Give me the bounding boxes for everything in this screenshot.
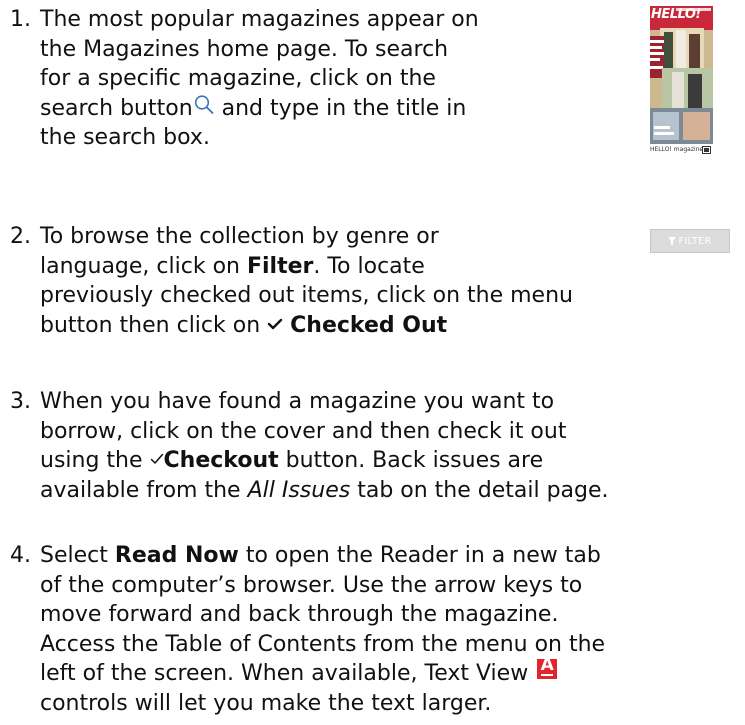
filter-funnel-icon xyxy=(668,237,677,245)
item-text-line: language, click on Filter. To locate xyxy=(40,252,425,282)
item-text-line: When you have found a magazine you want … xyxy=(40,389,555,414)
magazine-cover-image: HELLO! xyxy=(650,6,713,144)
item-text: to open the Reader in a new tab xyxy=(238,543,601,568)
item-number: 4. xyxy=(10,543,31,568)
text-view-icon-letter: A xyxy=(540,655,554,675)
item-text-line: previously checked out items, click on t… xyxy=(40,283,573,308)
item-text-line: The most popular magazines appear on xyxy=(40,7,479,32)
item-text-line: Access the Table of Contents from the me… xyxy=(40,631,606,657)
check-icon xyxy=(267,318,283,329)
item-text: Select xyxy=(40,543,115,568)
item-text-line: To browse the collection by genre or xyxy=(40,224,439,249)
magazine-cover-art xyxy=(650,6,713,144)
device-icon xyxy=(702,146,711,154)
item-text: using the xyxy=(40,448,150,473)
text-view-icon: A xyxy=(537,655,558,679)
item-number: 2. xyxy=(10,224,31,249)
item-text: available from the xyxy=(40,477,248,503)
filter-button[interactable]: FILTER xyxy=(650,229,730,253)
item-text: left of the screen. When available, Text… xyxy=(40,661,529,686)
item-text: language, click on xyxy=(40,253,247,279)
item-text-line: Select Read Now to open the Reader in a … xyxy=(40,541,601,571)
item-text-line: search button and type in the title in xyxy=(40,94,466,124)
item-number: 3. xyxy=(10,389,31,414)
item-text-line: the search box. xyxy=(40,125,210,150)
filter-label-bold: Filter xyxy=(246,253,314,279)
checkout-label-bold: Checkout xyxy=(163,448,279,473)
checked-out-label-bold: Checked Out xyxy=(290,312,448,338)
item-text: . To locate xyxy=(313,253,425,279)
item-text: button. Back issues are xyxy=(278,448,544,473)
item-text-line: of the computer’s browser. Use the arrow… xyxy=(40,572,583,598)
read-now-label-bold: Read Now xyxy=(114,543,239,568)
search-icon xyxy=(194,94,214,114)
item-text-line: controls will let you make the text larg… xyxy=(40,690,492,716)
item-text: and type in the title in xyxy=(214,95,467,121)
item-text-line: move forward and back through the magazi… xyxy=(40,602,559,627)
item-text: button then click on xyxy=(40,312,268,338)
item-text: tab on the detail page. xyxy=(350,477,609,503)
magazine-cover-thumbnail[interactable]: HELLO! HELLO! magazine xyxy=(650,6,713,156)
check-icon xyxy=(150,453,163,464)
item-number: 1. xyxy=(10,7,31,32)
item-text-line: borrow, click on the cover and then chec… xyxy=(40,418,567,444)
all-issues-label-italic: All Issues xyxy=(247,477,351,503)
magazine-masthead: HELLO! xyxy=(651,7,701,22)
item-text-line: available from the All Issues tab on the… xyxy=(40,476,609,506)
item-text-line: the Magazines home page. To search xyxy=(40,36,449,62)
item-text-line: using the Checkout button. Back issues a… xyxy=(40,446,543,476)
magazine-caption: HELLO! magazine xyxy=(650,146,704,153)
item-text-line: for a specific magazine, click on the xyxy=(40,66,436,91)
item-text-line: button then click on Checked Out xyxy=(40,311,447,341)
item-text: search button xyxy=(40,95,193,121)
filter-button-label: FILTER xyxy=(678,235,712,247)
item-text-line: left of the screen. When available, Text… xyxy=(40,655,558,689)
